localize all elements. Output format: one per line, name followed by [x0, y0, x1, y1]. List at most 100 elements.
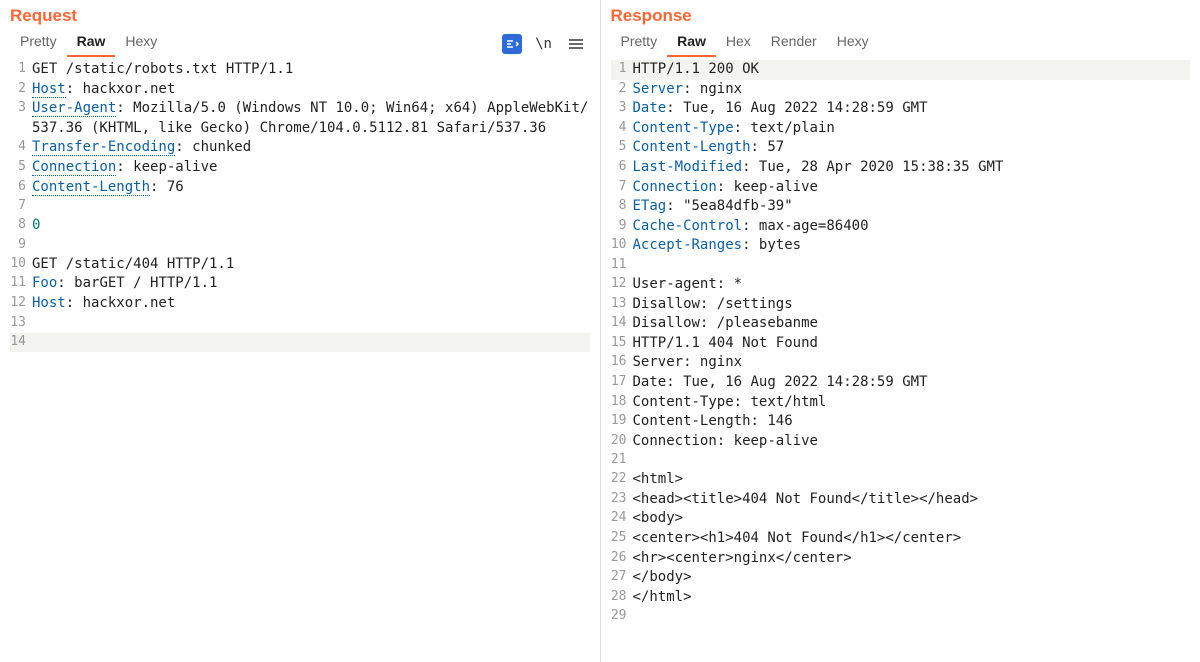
response-tab-hex[interactable]: Hex — [716, 30, 761, 57]
request-tab-hexy[interactable]: Hexy — [115, 30, 167, 57]
request-tab-raw[interactable]: Raw — [67, 30, 116, 57]
line-number: 1 — [611, 60, 633, 78]
request-tab-pretty[interactable]: Pretty — [10, 30, 67, 57]
line-number: 8 — [10, 216, 32, 234]
line-number: 19 — [611, 412, 633, 430]
request-panel: Request PrettyRawHexy \n 1GET /static/ro… — [0, 0, 601, 662]
response-line: 14Disallow: /pleasebanme — [611, 314, 1191, 334]
response-line: 2Server: nginx — [611, 80, 1191, 100]
code-format-icon[interactable] — [502, 34, 522, 54]
response-line: 20Connection: keep-alive — [611, 432, 1191, 452]
line-number: 27 — [611, 568, 633, 586]
response-panel: Response PrettyRawHexRenderHexy 1HTTP/1.… — [601, 0, 1200, 662]
request-line: 11Foo: barGET / HTTP/1.1 — [10, 274, 590, 294]
line-content: <center><h1>404 Not Found</h1></center> — [633, 529, 1191, 549]
response-line: 8ETag: "5ea84dfb-39" — [611, 197, 1191, 217]
response-line: 9Cache-Control: max-age=86400 — [611, 217, 1191, 237]
line-number: 3 — [611, 99, 633, 117]
response-line: 18Content-Type: text/html — [611, 393, 1191, 413]
line-content: Connection: keep-alive — [32, 158, 590, 178]
response-line: 13Disallow: /settings — [611, 295, 1191, 315]
request-title: Request — [10, 4, 590, 28]
line-content: Last-Modified: Tue, 28 Apr 2020 15:38:35… — [633, 158, 1191, 178]
response-line: 10Accept-Ranges: bytes — [611, 236, 1191, 256]
response-tabs-row: PrettyRawHexRenderHexy — [611, 30, 1191, 58]
line-content: Accept-Ranges: bytes — [633, 236, 1191, 256]
request-line: 5Connection: keep-alive — [10, 158, 590, 178]
line-content: HTTP/1.1 200 OK — [633, 60, 1191, 80]
line-content: 0 — [32, 216, 590, 236]
response-line: 25<center><h1>404 Not Found</h1></center… — [611, 529, 1191, 549]
response-line: 15HTTP/1.1 404 Not Found — [611, 334, 1191, 354]
request-editor[interactable]: 1GET /static/robots.txt HTTP/1.12Host: h… — [10, 60, 590, 352]
line-number: 10 — [10, 255, 32, 273]
line-number: 13 — [611, 295, 633, 313]
line-number: 7 — [611, 178, 633, 196]
line-number: 28 — [611, 588, 633, 606]
response-line: 24<body> — [611, 509, 1191, 529]
line-number: 13 — [10, 314, 32, 332]
line-number: 5 — [10, 158, 32, 176]
line-content: Content-Length: 76 — [32, 178, 590, 198]
line-number: 5 — [611, 138, 633, 156]
line-number: 6 — [611, 158, 633, 176]
line-content: Date: Tue, 16 Aug 2022 14:28:59 GMT — [633, 373, 1191, 393]
response-line: 27</body> — [611, 568, 1191, 588]
line-content: Foo: barGET / HTTP/1.1 — [32, 274, 590, 294]
line-number: 6 — [10, 178, 32, 196]
line-content: <body> — [633, 509, 1191, 529]
line-number: 15 — [611, 334, 633, 352]
line-content: Host: hackxor.net — [32, 294, 590, 314]
response-line: 21 — [611, 451, 1191, 470]
line-content: </html> — [633, 588, 1191, 608]
request-line: 10GET /static/404 HTTP/1.1 — [10, 255, 590, 275]
line-number: 18 — [611, 393, 633, 411]
response-line: 19Content-Length: 146 — [611, 412, 1191, 432]
request-line: 1GET /static/robots.txt HTTP/1.1 — [10, 60, 590, 80]
line-number: 24 — [611, 509, 633, 527]
line-content: Host: hackxor.net — [32, 80, 590, 100]
hamburger-icon[interactable] — [566, 34, 586, 54]
line-number: 12 — [611, 275, 633, 293]
line-content: Cache-Control: max-age=86400 — [633, 217, 1191, 237]
response-line: 1HTTP/1.1 200 OK — [611, 60, 1191, 80]
line-content: Content-Type: text/html — [633, 393, 1191, 413]
response-line: 11 — [611, 256, 1191, 275]
response-line: 7Connection: keep-alive — [611, 178, 1191, 198]
request-line: 6Content-Length: 76 — [10, 178, 590, 198]
response-line: 12User-agent: * — [611, 275, 1191, 295]
line-number: 17 — [611, 373, 633, 391]
line-content: GET /static/robots.txt HTTP/1.1 — [32, 60, 590, 80]
request-tabs: PrettyRawHexy — [10, 30, 167, 57]
split-container: Request PrettyRawHexy \n 1GET /static/ro… — [0, 0, 1200, 662]
line-number: 2 — [10, 80, 32, 98]
response-line: 16Server: nginx — [611, 353, 1191, 373]
response-tab-raw[interactable]: Raw — [667, 30, 716, 57]
line-content: Disallow: /pleasebanme — [633, 314, 1191, 334]
response-tab-pretty[interactable]: Pretty — [611, 30, 668, 57]
line-number: 3 — [10, 99, 32, 117]
line-number: 11 — [611, 256, 633, 274]
response-line: 28</html> — [611, 588, 1191, 608]
request-toolbar: \n — [502, 34, 590, 54]
newline-indicator[interactable]: \n — [534, 34, 554, 54]
line-number: 9 — [10, 236, 32, 254]
line-content: Content-Type: text/plain — [633, 119, 1191, 139]
response-tab-render[interactable]: Render — [761, 30, 827, 57]
line-number: 4 — [10, 138, 32, 156]
line-number: 11 — [10, 274, 32, 292]
line-number: 9 — [611, 217, 633, 235]
line-content: Connection: keep-alive — [633, 178, 1191, 198]
response-line: 6Last-Modified: Tue, 28 Apr 2020 15:38:3… — [611, 158, 1191, 178]
line-number: 23 — [611, 490, 633, 508]
request-line: 4Transfer-Encoding: chunked — [10, 138, 590, 158]
response-tab-hexy[interactable]: Hexy — [827, 30, 879, 57]
request-line: 3User-Agent: Mozilla/5.0 (Windows NT 10.… — [10, 99, 590, 138]
response-viewer[interactable]: 1HTTP/1.1 200 OK2Server: nginx3 Date: Tue… — [611, 60, 1191, 626]
line-number: 26 — [611, 549, 633, 567]
response-line: 17Date: Tue, 16 Aug 2022 14:28:59 GMT — [611, 373, 1191, 393]
line-number: 10 — [611, 236, 633, 254]
line-content: <hr><center>nginx</center> — [633, 549, 1191, 569]
line-number: 25 — [611, 529, 633, 547]
line-content: GET /static/404 HTTP/1.1 — [32, 255, 590, 275]
